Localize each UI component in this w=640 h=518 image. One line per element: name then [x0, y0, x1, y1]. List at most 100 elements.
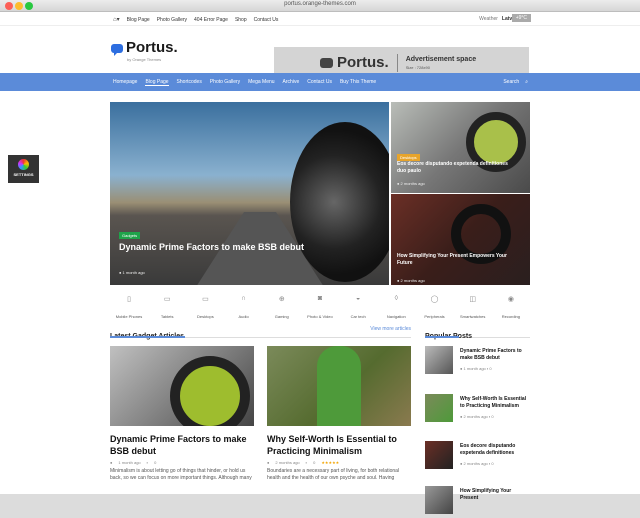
side-1-category-tag[interactable]: Desktops	[397, 154, 420, 161]
category-label: Peripherals	[424, 314, 445, 319]
category-tablets[interactable]: ▭ Tablets	[148, 295, 186, 323]
popular-title[interactable]: Why Self-Worth Is Essential to Practicin…	[460, 396, 530, 410]
mic-icon: ◉	[507, 296, 514, 303]
category-label: Mobile Phones	[115, 314, 143, 319]
color-wheel-icon	[18, 159, 29, 170]
popular-date: 2 months ago	[463, 414, 488, 419]
phone-icon: ▯	[127, 296, 131, 303]
site-header: Portus. by Orange Themes Portus. Adverti…	[0, 26, 640, 78]
comment-count[interactable]: 0	[313, 460, 315, 465]
nav-shortcodes[interactable]: Shortcodes	[177, 79, 202, 86]
top-link-gallery[interactable]: Photo Gallery	[157, 17, 187, 23]
main-nav-items: Homepage Blog Page Shortcodes Photo Gall…	[113, 79, 376, 86]
popular-thumbnail[interactable]	[425, 486, 453, 514]
article-image[interactable]	[110, 346, 254, 426]
popular-thumbnail[interactable]	[425, 346, 453, 374]
popular-comments[interactable]: 0	[491, 414, 493, 419]
ad-divider	[396, 53, 398, 72]
popular-thumbnail[interactable]	[425, 441, 453, 469]
top-link-shop[interactable]: Shop	[235, 17, 247, 23]
popular-posts-header: Popular Posts	[425, 325, 530, 340]
mouse-icon: ◯	[430, 296, 439, 303]
article-title[interactable]: Why Self-Worth Is Essential to Practicin…	[267, 433, 411, 457]
side-1-title[interactable]: Eos decore disputando expetenda definiti…	[397, 161, 517, 175]
article-card[interactable]: Why Self-Worth Is Essential to Practicin…	[267, 346, 411, 482]
side-2-date: 2 months ago	[400, 278, 425, 283]
hero-title[interactable]: Dynamic Prime Factors to make BSB debut	[119, 241, 309, 253]
desktop-icon: ▭	[202, 296, 209, 303]
hero-side-article-1[interactable]: Desktops Eos decore disputando expetenda…	[391, 102, 530, 193]
nav-archive[interactable]: Archive	[283, 79, 300, 86]
nav-mega-menu[interactable]: Mega Menu	[248, 79, 274, 86]
popular-comments[interactable]: 0	[489, 366, 491, 371]
category-label: Gaming	[274, 314, 289, 319]
address-bar[interactable]: portus.orange-themes.com	[284, 1, 356, 7]
article-date: 1 month ago	[118, 460, 141, 465]
popular-meta: ● 2 months ago ▪ 0	[460, 414, 494, 419]
nav-homepage[interactable]: Homepage	[113, 79, 137, 86]
popular-title[interactable]: How Simplifying Your Present	[460, 488, 530, 502]
hero-meta: ● 1 month ago	[119, 270, 145, 275]
popular-post[interactable]: Why Self-Worth Is Essential to Practicin…	[425, 394, 530, 426]
gamepad-icon: ⊕	[278, 296, 285, 303]
search-label[interactable]: Search	[503, 79, 519, 85]
browser-titlebar: portus.orange-themes.com	[0, 0, 640, 12]
pin-icon: ◊	[394, 295, 399, 302]
home-icon[interactable]: ⌂▾	[113, 16, 120, 23]
category-photo-video[interactable]: ◙ Photo & Video	[301, 295, 339, 323]
category-smartwatches[interactable]: ◫ Smartwatches	[454, 295, 492, 323]
popular-post[interactable]: Dynamic Prime Factors to make BSB debut …	[425, 346, 530, 378]
top-link-contact[interactable]: Contact Us	[254, 17, 279, 23]
category-car-tech[interactable]: ◒ Car tech	[339, 295, 377, 323]
category-label: Photo & Video	[307, 314, 333, 319]
nav-search[interactable]: Search ⌕	[503, 79, 528, 85]
category-label: Audio	[238, 314, 249, 319]
popular-post[interactable]: Eos decore disputando expetenda definiti…	[425, 441, 530, 473]
clock-icon: ●	[267, 460, 270, 465]
site-logo[interactable]: Portus. by Orange Themes	[111, 40, 178, 62]
main-nav: Homepage Blog Page Shortcodes Photo Gall…	[0, 73, 640, 91]
popular-post[interactable]: How Simplifying Your Present	[425, 486, 530, 518]
article-title[interactable]: Dynamic Prime Factors to make BSB debut	[110, 433, 254, 457]
hero-category-tag[interactable]: Gadgets	[119, 232, 141, 239]
camera-icon: ◙	[317, 295, 323, 302]
comment-icon: ▪	[305, 460, 308, 465]
settings-button[interactable]: SETTINGS	[8, 155, 39, 183]
nav-buy-theme[interactable]: Buy This Theme	[340, 79, 376, 86]
top-link-blog[interactable]: Blog Page	[127, 17, 150, 23]
close-window-button[interactable]	[5, 2, 13, 10]
popular-title[interactable]: Dynamic Prime Factors to make BSB debut	[460, 348, 530, 362]
category-peripherals[interactable]: ◯ Peripherals	[416, 295, 454, 323]
category-label: Tablets	[160, 314, 174, 319]
article-excerpt: Minimalism is about letting go of things…	[110, 468, 252, 481]
section-underline	[425, 336, 459, 338]
view-more-link[interactable]: View more articles	[370, 326, 411, 332]
section-underline	[110, 336, 185, 338]
category-desktops[interactable]: ▭ Desktops	[186, 295, 224, 323]
hero-main-article[interactable]: Gadgets Dynamic Prime Factors to make BS…	[110, 102, 389, 285]
nav-contact-us[interactable]: Contact Us	[307, 79, 332, 86]
search-icon[interactable]: ⌕	[525, 79, 528, 85]
minimize-window-button[interactable]	[15, 2, 23, 10]
popular-thumbnail[interactable]	[425, 394, 453, 422]
category-mobile-phones[interactable]: ▯ Mobile Phones	[110, 295, 148, 323]
category-gaming[interactable]: ⊕ Gaming	[263, 295, 301, 323]
zoom-window-button[interactable]	[25, 2, 33, 10]
scooter-wheel-image	[170, 356, 250, 426]
hero-side-article-2[interactable]: How Simplifying Your Present Empowers Yo…	[391, 194, 530, 285]
side-2-title[interactable]: How Simplifying Your Present Empowers Yo…	[397, 253, 517, 267]
popular-title[interactable]: Eos decore disputando expetenda definiti…	[460, 443, 530, 457]
category-recording[interactable]: ◉ Recording	[492, 295, 530, 323]
side-1-meta: ● 2 months ago	[397, 181, 425, 186]
top-link-404[interactable]: 404 Error Page	[194, 17, 228, 23]
nav-photo-gallery[interactable]: Photo Gallery	[210, 79, 240, 86]
logo-subtitle: by Orange Themes	[127, 57, 162, 62]
comment-count[interactable]: 0	[154, 460, 156, 465]
category-audio[interactable]: ∩ Audio	[225, 295, 263, 323]
nav-blog-page[interactable]: Blog Page	[145, 79, 169, 86]
article-meta: ● 1 month ago ▪ 0	[110, 460, 254, 465]
article-image[interactable]	[267, 346, 411, 426]
category-navigation[interactable]: ◊ Navigation	[377, 295, 415, 323]
popular-comments[interactable]: 0	[491, 461, 493, 466]
article-card[interactable]: Dynamic Prime Factors to make BSB debut …	[110, 346, 254, 482]
